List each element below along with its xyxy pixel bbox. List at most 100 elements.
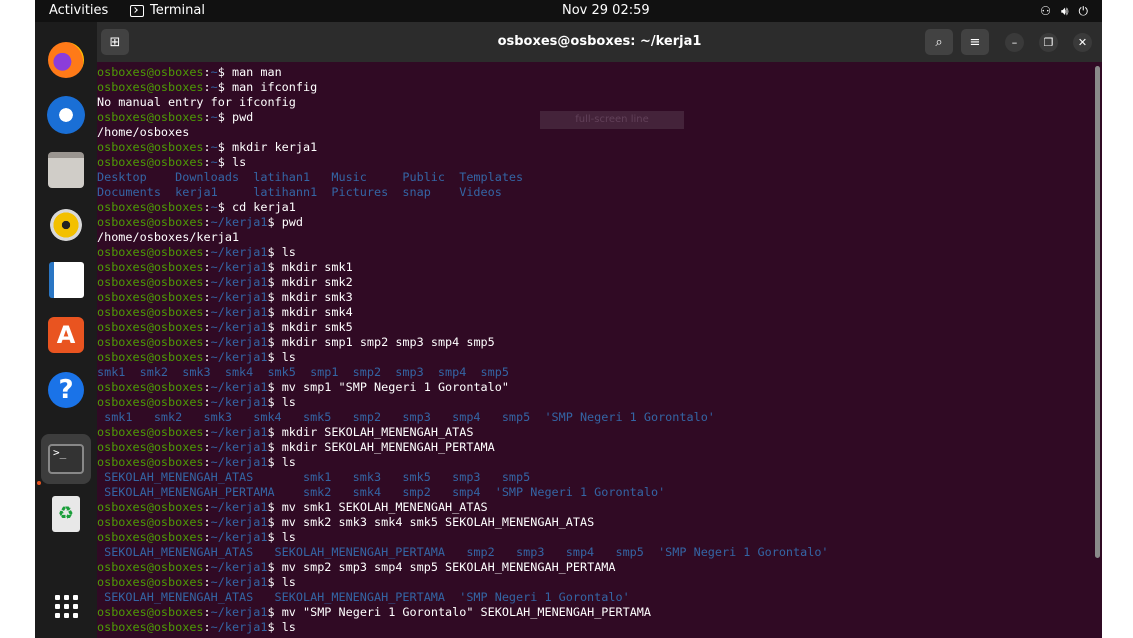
prompt-user: osboxes@osboxes xyxy=(97,80,204,94)
prompt-path: ~ xyxy=(210,200,218,214)
prompt-user: osboxes@osboxes xyxy=(97,140,204,154)
command-text: $ ls xyxy=(267,620,296,634)
prompt-user: osboxes@osboxes xyxy=(97,425,204,439)
command-text: $ mv smp1 "SMP Negeri 1 Gorontalo" xyxy=(267,380,509,394)
show-apps-icon[interactable] xyxy=(44,584,88,628)
header-bar: ⊞ osboxes@osboxes: ~/kerja1 ⌕ ≡ – ❐ ✕ xyxy=(97,22,1102,62)
terminal-output[interactable]: osboxes@osboxes:~$ man man osboxes@osboxe… xyxy=(97,62,1095,638)
activities-button[interactable]: Activities xyxy=(49,3,108,19)
libreoffice-writer-icon[interactable] xyxy=(44,258,88,302)
prompt-user: osboxes@osboxes xyxy=(97,260,204,274)
prompt-path: ~/kerja1 xyxy=(210,620,268,634)
terminal-icon[interactable]: >_ xyxy=(41,434,91,484)
close-icon[interactable]: ✕ xyxy=(1073,33,1092,52)
power-icon: ⏻ xyxy=(1078,4,1089,18)
command-text: $ mkdir smk3 xyxy=(267,290,353,304)
dock: A ? >_ ♻ xyxy=(35,22,97,638)
command-text: $ mv smk1 SEKOLAH_MENENGAH_ATAS xyxy=(267,500,488,514)
prompt-user: osboxes@osboxes xyxy=(97,620,204,634)
thunderbird-icon[interactable] xyxy=(44,93,88,137)
prompt-user: osboxes@osboxes xyxy=(97,455,204,469)
command-text: $ mkdir smk4 xyxy=(267,305,353,319)
prompt-path: ~/kerja1 xyxy=(210,500,268,514)
command-text: $ ls xyxy=(267,455,296,469)
command-text: $ mv "SMP Negeri 1 Gorontalo" SEKOLAH_ME… xyxy=(267,605,652,619)
command-text: $ ls xyxy=(267,245,296,259)
command-text: $ mkdir smp1 smp2 smp3 smp4 smp5 xyxy=(267,335,495,349)
prompt-path: ~/kerja1 xyxy=(210,455,268,469)
command-text: $ cd kerja1 xyxy=(217,200,296,214)
tooltip: full-screen line xyxy=(540,111,684,129)
rhythmbox-icon[interactable] xyxy=(44,203,88,247)
prompt-user: osboxes@osboxes xyxy=(97,350,204,364)
command-text: $ man man xyxy=(217,65,282,79)
directory-listing: smk1 smk2 smk3 smk4 smk5 smp2 smp3 smp4 … xyxy=(97,410,715,424)
app-center-icon[interactable]: A xyxy=(44,313,88,357)
prompt-path: ~/kerja1 xyxy=(210,395,268,409)
minimize-icon[interactable]: – xyxy=(1005,33,1024,52)
prompt-line: osboxes@osboxes:~/kerja1$ mkdir smp1 smp… xyxy=(97,335,495,349)
prompt-user: osboxes@osboxes xyxy=(97,65,204,79)
output-line: /home/osboxes xyxy=(97,125,190,139)
search-icon[interactable]: ⌕ xyxy=(925,29,953,55)
prompt-user: osboxes@osboxes xyxy=(97,605,204,619)
prompt-line: osboxes@osboxes:~/kerja1$ mkdir SEKOLAH_… xyxy=(97,425,474,439)
prompt-path: ~/kerja1 xyxy=(210,260,268,274)
prompt-path: ~/kerja1 xyxy=(210,380,268,394)
prompt-path: ~/kerja1 xyxy=(210,290,268,304)
scrollbar[interactable] xyxy=(1095,66,1100,558)
output-line: No manual entry for ifconfig xyxy=(97,95,296,109)
prompt-line: osboxes@osboxes:~/kerja1$ mkdir smk4 xyxy=(97,305,353,319)
command-text: $ man ifconfig xyxy=(217,80,318,94)
prompt-path: ~/kerja1 xyxy=(210,440,268,454)
prompt-line: osboxes@osboxes:~/kerja1$ mv smk1 SEKOLA… xyxy=(97,500,488,514)
prompt-path: ~/kerja1 xyxy=(210,335,268,349)
app-menu[interactable]: Terminal xyxy=(130,3,205,19)
command-text: $ ls xyxy=(267,395,296,409)
prompt-path: ~/kerja1 xyxy=(210,605,268,619)
firefox-icon[interactable] xyxy=(44,38,88,82)
prompt-path: ~/kerja1 xyxy=(210,320,268,334)
prompt-line: osboxes@osboxes:~/kerja1$ ls xyxy=(97,350,296,364)
terminal-app-icon xyxy=(130,5,144,17)
prompt-user: osboxes@osboxes xyxy=(97,110,204,124)
prompt-line: osboxes@osboxes:~/kerja1$ mkdir smk2 xyxy=(97,275,353,289)
prompt-user: osboxes@osboxes xyxy=(97,320,204,334)
prompt-path: ~ xyxy=(210,65,218,79)
prompt-line: osboxes@osboxes:~$ mkdir kerja1 xyxy=(97,140,318,154)
desktop-screen: Activities Terminal Nov 29 02:59 ⚇ 🔊︎ ⏻ … xyxy=(35,0,1102,638)
directory-listing: Desktop Downloads latihan1 Music Public … xyxy=(97,170,524,184)
command-text: $ mkdir SEKOLAH_MENENGAH_PERTAMA xyxy=(267,440,495,454)
prompt-user: osboxes@osboxes xyxy=(97,575,204,589)
clock[interactable]: Nov 29 02:59 xyxy=(562,3,650,19)
files-icon[interactable] xyxy=(44,148,88,192)
network-icon: ⚇ xyxy=(1040,4,1051,18)
prompt-line: osboxes@osboxes:~$ man ifconfig xyxy=(97,80,318,94)
prompt-user: osboxes@osboxes xyxy=(97,530,204,544)
prompt-user: osboxes@osboxes xyxy=(97,380,204,394)
prompt-user: osboxes@osboxes xyxy=(97,275,204,289)
prompt-user: osboxes@osboxes xyxy=(97,515,204,529)
prompt-path: ~ xyxy=(210,110,218,124)
prompt-line: osboxes@osboxes:~$ cd kerja1 xyxy=(97,200,296,214)
prompt-line: osboxes@osboxes:~/kerja1$ ls xyxy=(97,620,296,634)
command-text: $ ls xyxy=(267,575,296,589)
trash-icon[interactable]: ♻ xyxy=(44,492,88,536)
system-tray[interactable]: ⚇ 🔊︎ ⏻ xyxy=(1040,3,1088,19)
hamburger-menu-icon[interactable]: ≡ xyxy=(961,29,989,55)
help-icon[interactable]: ? xyxy=(44,368,88,412)
prompt-line: osboxes@osboxes:~/kerja1$ ls xyxy=(97,395,296,409)
prompt-path: ~/kerja1 xyxy=(210,515,268,529)
prompt-user: osboxes@osboxes xyxy=(97,440,204,454)
prompt-line: osboxes@osboxes:~/kerja1$ mv smp1 "SMP N… xyxy=(97,380,509,394)
prompt-path: ~/kerja1 xyxy=(210,350,268,364)
prompt-user: osboxes@osboxes xyxy=(97,500,204,514)
restore-icon[interactable]: ❐ xyxy=(1039,33,1058,52)
prompt-user: osboxes@osboxes xyxy=(97,200,204,214)
prompt-line: osboxes@osboxes:~/kerja1$ ls xyxy=(97,455,296,469)
prompt-path: ~/kerja1 xyxy=(210,245,268,259)
directory-listing: smk1 smk2 smk3 smk4 smk5 smp1 smp2 smp3 … xyxy=(97,365,509,379)
prompt-line: osboxes@osboxes:~/kerja1$ ls xyxy=(97,530,296,544)
prompt-path: ~ xyxy=(210,140,218,154)
prompt-line: osboxes@osboxes:~$ ls xyxy=(97,155,247,169)
